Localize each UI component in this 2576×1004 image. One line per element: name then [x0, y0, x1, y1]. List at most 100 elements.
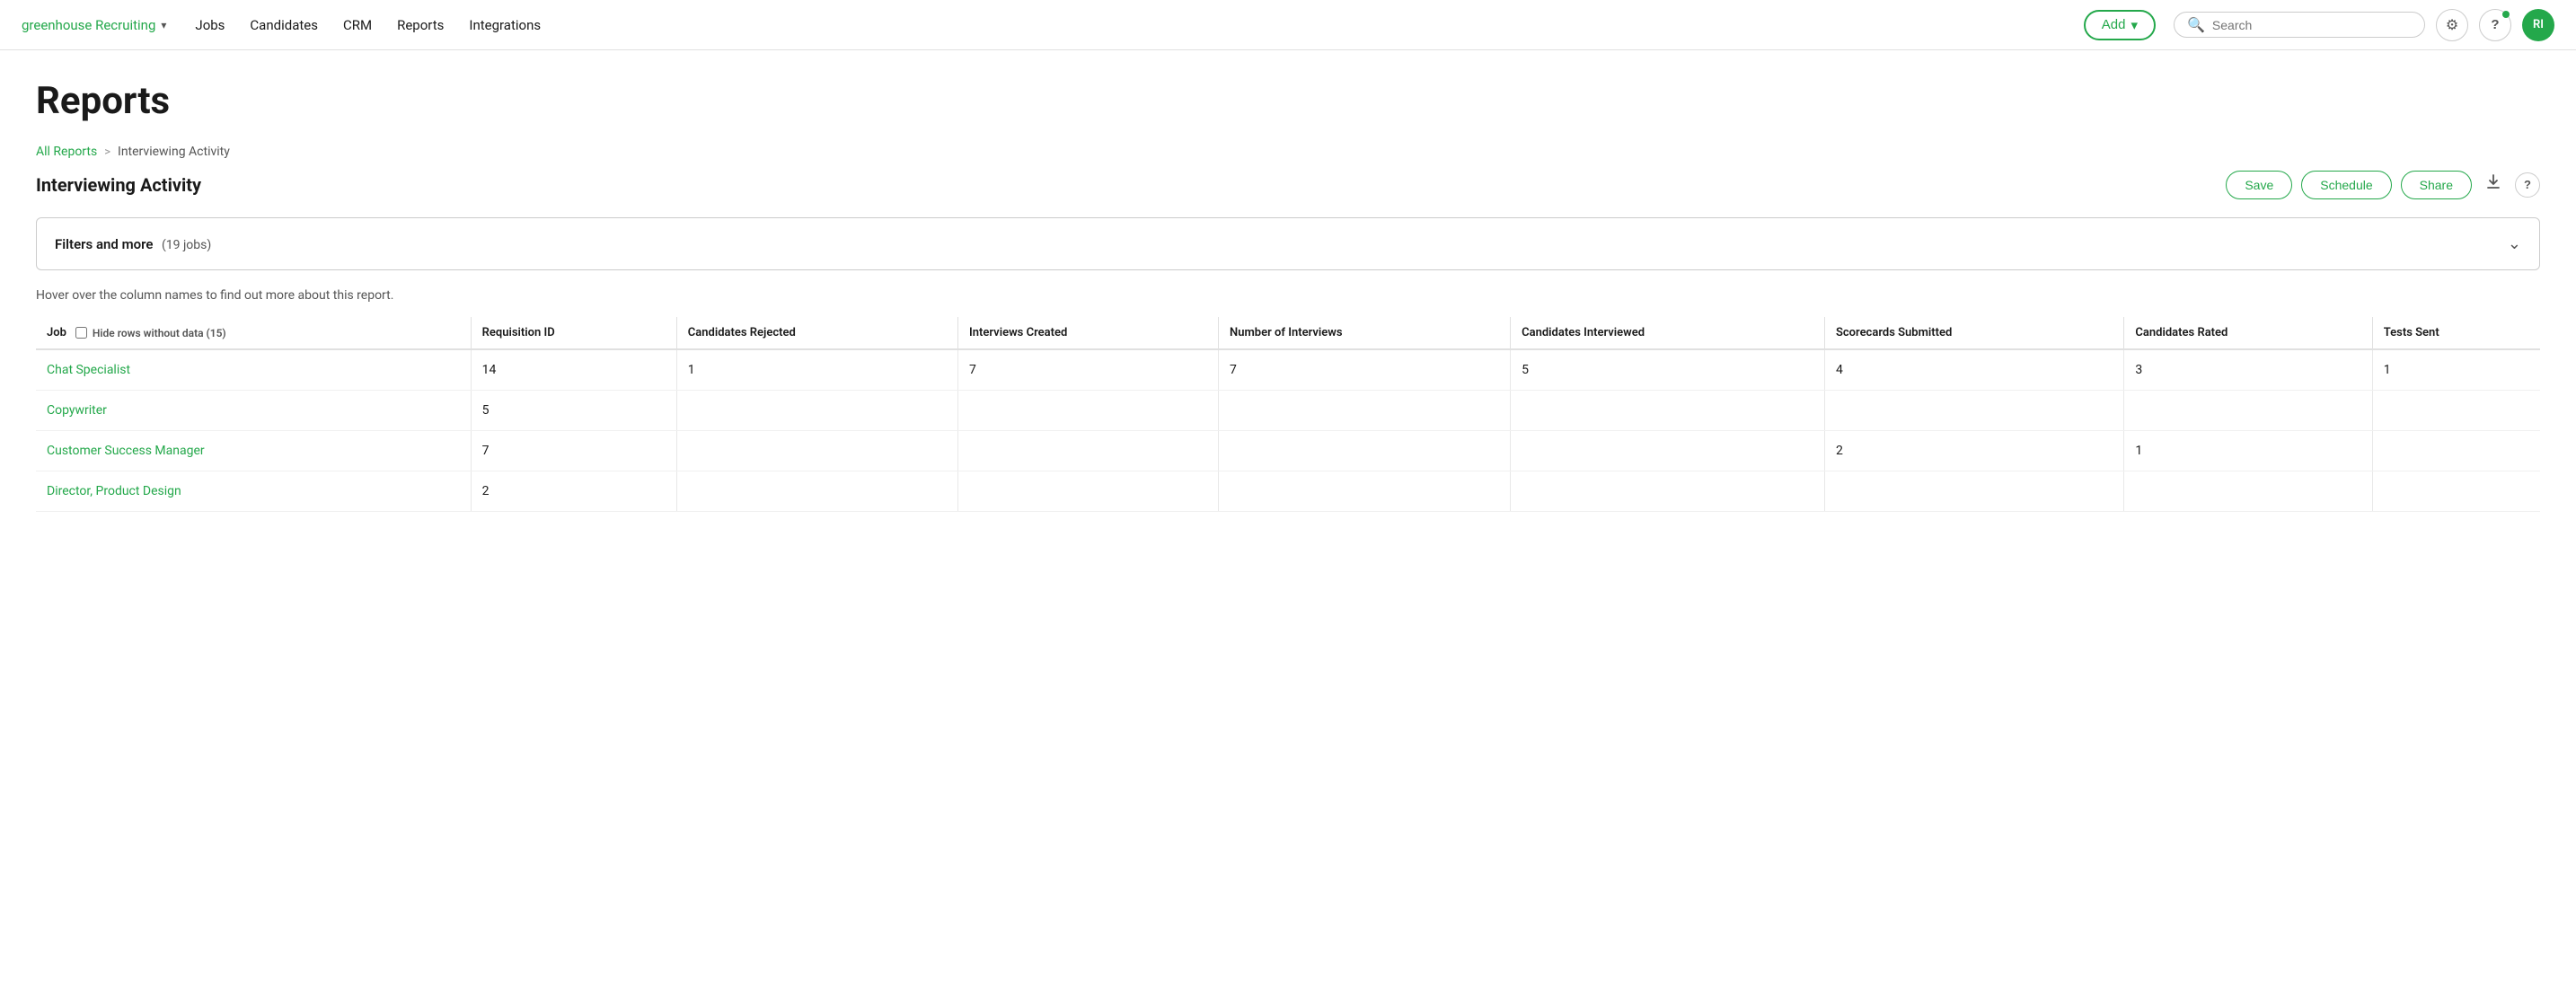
nav-reports[interactable]: Reports [397, 17, 444, 33]
table-row: Copywriter 5 [36, 391, 2540, 431]
table-container: Job Hide rows without data (15) Requisit… [36, 317, 2540, 512]
cell-candidates-rated [2124, 471, 2372, 512]
cell-interviews-created [958, 431, 1219, 471]
cell-candidates-interviewed [1511, 391, 1825, 431]
cell-number-of-interviews [1219, 431, 1511, 471]
hide-rows-checkbox[interactable] [75, 327, 87, 339]
search-input[interactable] [2212, 18, 2412, 32]
brand-name-accent: Recruiting [95, 17, 155, 33]
cell-job: Director, Product Design [36, 471, 471, 512]
add-label: Add [2102, 17, 2126, 32]
settings-button[interactable]: ⚙ [2436, 9, 2468, 41]
report-table: Job Hide rows without data (15) Requisit… [36, 317, 2540, 512]
cell-number-of-interviews [1219, 471, 1511, 512]
download-icon [2484, 173, 2502, 191]
cell-candidates-rejected [676, 391, 957, 431]
cell-requisition-id: 14 [471, 349, 676, 391]
cell-candidates-interviewed [1511, 471, 1825, 512]
cell-tests-sent [2372, 391, 2540, 431]
cell-tests-sent [2372, 431, 2540, 471]
cell-candidates-rated: 1 [2124, 431, 2372, 471]
nav-integrations[interactable]: Integrations [469, 17, 541, 33]
cell-scorecards-submitted: 2 [1824, 431, 2123, 471]
cell-job: Copywriter [36, 391, 471, 431]
nav-jobs[interactable]: Jobs [195, 17, 225, 33]
report-actions: Save Schedule Share ? [2226, 170, 2540, 199]
share-button[interactable]: Share [2401, 171, 2472, 199]
filters-label: Filters and more [55, 236, 153, 252]
col-job: Job Hide rows without data (15) [36, 317, 471, 349]
cell-candidates-rejected: 1 [676, 349, 957, 391]
cell-requisition-id: 5 [471, 391, 676, 431]
job-link[interactable]: Chat Specialist [47, 363, 130, 377]
cell-candidates-interviewed [1511, 431, 1825, 471]
notification-dot [2502, 11, 2510, 18]
cell-job: Customer Success Manager [36, 431, 471, 471]
col-candidates-rated: Candidates Rated [2124, 317, 2372, 349]
main-content: Reports All Reports > Interviewing Activ… [0, 50, 2576, 541]
breadcrumb-all-reports[interactable]: All Reports [36, 145, 97, 159]
col-tests-sent: Tests Sent [2372, 317, 2540, 349]
cell-interviews-created: 7 [958, 349, 1219, 391]
filters-chevron-icon: ⌄ [2508, 234, 2521, 253]
cell-tests-sent [2372, 471, 2540, 512]
brand[interactable]: greenhouse Recruiting ▾ [22, 17, 166, 33]
col-candidates-rejected: Candidates Rejected [676, 317, 957, 349]
nav-right: 🔍 ⚙ ? RI [2174, 9, 2554, 41]
cell-requisition-id: 2 [471, 471, 676, 512]
gear-icon-wrap: ⚙ [2436, 9, 2468, 41]
report-header: Interviewing Activity Save Schedule Shar… [36, 170, 2540, 199]
col-scorecards-submitted: Scorecards Submitted [1824, 317, 2123, 349]
brand-dropdown-icon[interactable]: ▾ [161, 19, 166, 31]
avatar[interactable]: RI [2522, 9, 2554, 41]
cell-scorecards-submitted: 4 [1824, 349, 2123, 391]
filters-count: (19 jobs) [162, 238, 211, 252]
search-icon: 🔍 [2187, 16, 2205, 33]
filters-bar[interactable]: Filters and more (19 jobs) ⌄ [36, 217, 2540, 270]
job-link[interactable]: Director, Product Design [47, 484, 181, 498]
table-body: Chat Specialist 14 1 7 7 5 4 3 1 Copywri… [36, 349, 2540, 512]
cell-number-of-interviews [1219, 391, 1511, 431]
breadcrumb: All Reports > Interviewing Activity [36, 145, 2540, 159]
page-title: Reports [36, 79, 2540, 123]
nav-candidates[interactable]: Candidates [250, 17, 318, 33]
navbar: greenhouse Recruiting ▾ Jobs Candidates … [0, 0, 2576, 50]
help-button[interactable]: ? [2479, 9, 2511, 41]
schedule-button[interactable]: Schedule [2301, 171, 2391, 199]
cell-number-of-interviews: 7 [1219, 349, 1511, 391]
add-chevron-icon: ▾ [2130, 17, 2138, 33]
help-icon-wrap: ? [2479, 9, 2511, 41]
col-interviews-created: Interviews Created [958, 317, 1219, 349]
cell-job: Chat Specialist [36, 349, 471, 391]
table-row: Customer Success Manager 7 2 1 [36, 431, 2540, 471]
hint-text: Hover over the column names to find out … [36, 288, 2540, 303]
nav-crm[interactable]: CRM [343, 17, 372, 33]
cell-interviews-created [958, 471, 1219, 512]
nav-links: Jobs Candidates CRM Reports Integrations [195, 17, 2083, 33]
job-link[interactable]: Copywriter [47, 403, 107, 418]
table-header-row: Job Hide rows without data (15) Requisit… [36, 317, 2540, 349]
cell-candidates-rated [2124, 391, 2372, 431]
job-link[interactable]: Customer Success Manager [47, 444, 205, 458]
save-button[interactable]: Save [2226, 171, 2292, 199]
report-title: Interviewing Activity [36, 174, 201, 196]
download-button[interactable] [2481, 170, 2506, 199]
cell-tests-sent: 1 [2372, 349, 2540, 391]
table-row: Chat Specialist 14 1 7 7 5 4 3 1 [36, 349, 2540, 391]
cell-requisition-id: 7 [471, 431, 676, 471]
cell-interviews-created [958, 391, 1219, 431]
hide-rows-label: Hide rows without data (15) [93, 327, 226, 339]
col-requisition-id: Requisition ID [471, 317, 676, 349]
add-button[interactable]: Add ▾ [2084, 10, 2156, 40]
breadcrumb-current: Interviewing Activity [118, 145, 230, 159]
hide-rows-checkbox-label[interactable]: Hide rows without data (15) [75, 327, 226, 339]
help-report-button[interactable]: ? [2515, 172, 2540, 198]
search-box[interactable]: 🔍 [2174, 12, 2425, 38]
filters-label-group: Filters and more (19 jobs) [55, 236, 211, 252]
cell-candidates-rated: 3 [2124, 349, 2372, 391]
cell-candidates-rejected [676, 431, 957, 471]
cell-scorecards-submitted [1824, 391, 2123, 431]
cell-candidates-rejected [676, 471, 957, 512]
cell-scorecards-submitted [1824, 471, 2123, 512]
col-candidates-interviewed: Candidates Interviewed [1511, 317, 1825, 349]
